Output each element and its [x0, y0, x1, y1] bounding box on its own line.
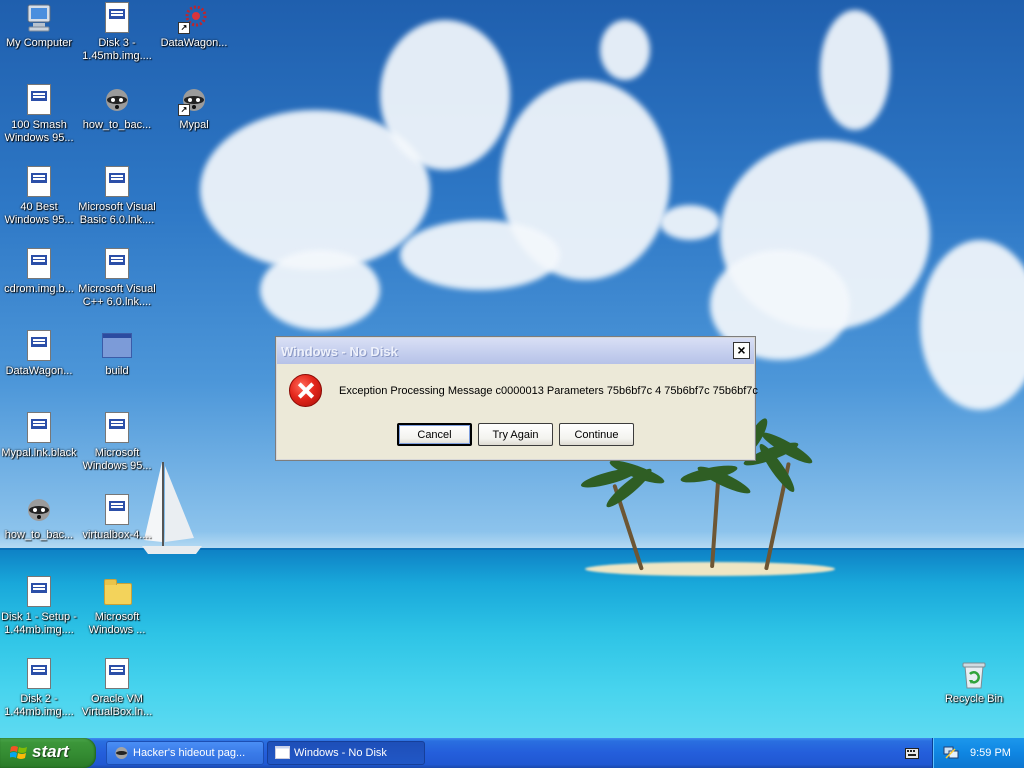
my-computer-icon [27, 4, 51, 32]
document-icon [105, 248, 129, 279]
document-icon [105, 658, 129, 689]
error-icon [289, 374, 322, 407]
desktop-icon-vb6[interactable]: Microsoft Visual Basic 6.0.lnk.... [78, 166, 156, 227]
recycle-bin-icon [962, 662, 986, 689]
document-icon [27, 576, 51, 607]
desktop-icon-mypal-lnk-black[interactable]: Mypal.lnk.black [0, 412, 78, 460]
desktop-icon-label: virtualbox-4.... [82, 529, 152, 541]
desktop[interactable]: My Computer 100 Smash Windows 95... 40 B… [0, 0, 1024, 738]
desktop-icon-disk-1[interactable]: Disk 1 - Setup - 1.44mb.img.... [0, 576, 78, 637]
desktop-icon-virtualbox[interactable]: virtualbox-4.... [78, 494, 156, 542]
desktop-icon-label: Mypal [179, 119, 209, 131]
try-again-button[interactable]: Try Again [478, 423, 553, 446]
dialog-title: Windows - No Disk [281, 344, 398, 359]
desktop-icon-label: Recycle Bin [944, 693, 1004, 705]
desktop-icon-datawagon-shortcut[interactable]: ↗ DataWagon... [155, 2, 233, 50]
document-icon [27, 658, 51, 689]
raccoon-icon [28, 499, 50, 521]
desktop-icon-microsoft-windows-folder[interactable]: Microsoft Windows ... [78, 576, 156, 637]
raccoon-icon [115, 747, 128, 759]
taskbar: start Hacker's hideout pag... Windows - … [0, 738, 1024, 768]
taskbar-item-label: Hacker's hideout pag... [133, 747, 246, 759]
document-icon [105, 494, 129, 525]
taskbar-item-label: Windows - No Disk [294, 747, 387, 759]
document-icon [105, 412, 129, 443]
desktop-icon-label: Microsoft Visual C++ 6.0.lnk.... [78, 283, 156, 308]
desktop-icon-label: 100 Smash Windows 95... [4, 119, 74, 144]
start-label: start [32, 742, 69, 761]
desktop-icon-my-computer[interactable]: My Computer [0, 2, 78, 50]
document-icon [27, 84, 51, 115]
clock[interactable]: 9:59 PM [970, 747, 1011, 759]
dialog-message: Exception Processing Message c0000013 Pa… [339, 385, 758, 397]
desktop-icon-disk-2[interactable]: Disk 2 - 1.44mb.img.... [0, 658, 78, 719]
continue-button[interactable]: Continue [559, 423, 634, 446]
desktop-icon-windows95[interactable]: Microsoft Windows 95... [78, 412, 156, 473]
desktop-icon-disk-3[interactable]: Disk 3 - 1.45mb.img.... [78, 2, 156, 63]
document-icon [27, 166, 51, 197]
desktop-icon-cdrom[interactable]: cdrom.img.b... [0, 248, 78, 296]
cancel-button[interactable]: Cancel [397, 423, 472, 446]
raccoon-icon [106, 89, 128, 111]
document-icon [27, 412, 51, 443]
keyboard-icon[interactable] [905, 748, 919, 759]
desktop-icon-label: cdrom.img.b... [4, 283, 74, 295]
desktop-icon-build[interactable]: build [78, 330, 156, 378]
desktop-icon-label: DataWagon... [160, 37, 228, 49]
dialog-title-bar[interactable]: Windows - No Disk × [277, 338, 754, 364]
desktop-icon-oracle-vm[interactable]: Oracle VM VirtualBox.ln... [78, 658, 156, 719]
desktop-icon-recycle-bin[interactable]: Recycle Bin [935, 658, 1013, 706]
start-button[interactable]: start [0, 738, 96, 768]
desktop-icon-label: Microsoft Windows 95... [82, 447, 152, 472]
desktop-icon-mypal[interactable]: ↗ Mypal [155, 84, 233, 132]
desktop-icon-40-best[interactable]: 40 Best Windows 95... [0, 166, 78, 227]
document-icon [27, 248, 51, 279]
desktop-icon-how-to-bac[interactable]: how_to_bac... [0, 494, 78, 542]
taskbar-item-hackers-hideout[interactable]: Hacker's hideout pag... [106, 741, 264, 765]
desktop-icon-label: Disk 1 - Setup - 1.44mb.img.... [1, 611, 77, 636]
desktop-icon-100-smash[interactable]: 100 Smash Windows 95... [0, 84, 78, 145]
desktop-icon-label: how_to_bac... [4, 529, 74, 541]
window-icon [102, 333, 132, 358]
desktop-icon-how-to-bac-2[interactable]: how_to_bac... [78, 84, 156, 132]
desktop-icon-label: Oracle VM VirtualBox.ln... [81, 693, 153, 718]
shortcut-arrow-icon: ↗ [178, 22, 190, 34]
document-icon [105, 2, 129, 33]
taskbar-item-no-disk[interactable]: Windows - No Disk [267, 741, 425, 765]
desktop-icon-vcpp6[interactable]: Microsoft Visual C++ 6.0.lnk.... [78, 248, 156, 309]
desktop-icon-label: build [105, 365, 129, 377]
windows-logo-icon [10, 746, 27, 759]
desktop-icon-label: how_to_bac... [82, 119, 152, 131]
window-icon [275, 746, 290, 759]
shortcut-arrow-icon: ↗ [178, 104, 190, 116]
document-icon [105, 166, 129, 197]
close-button[interactable]: × [733, 342, 750, 359]
network-tray-icon[interactable] [943, 746, 959, 760]
desktop-icon-label: Microsoft Windows ... [88, 611, 146, 636]
desktop-icon-label: Disk 2 - 1.44mb.img.... [4, 693, 74, 718]
document-icon [27, 330, 51, 361]
desktop-icon-label: Microsoft Visual Basic 6.0.lnk.... [78, 201, 156, 226]
desktop-icon-label: My Computer [5, 37, 73, 49]
no-disk-dialog[interactable]: Windows - No Disk × Exception Processing… [275, 336, 758, 461]
desktop-icon-label: Mypal.lnk.black [1, 447, 77, 459]
desktop-icon-label: 40 Best Windows 95... [4, 201, 74, 226]
desktop-icon-datawagon[interactable]: DataWagon... [0, 330, 78, 378]
system-tray: 9:59 PM [932, 738, 1024, 768]
folder-icon [104, 579, 132, 605]
desktop-icon-label: DataWagon... [5, 365, 73, 377]
desktop-icon-label: Disk 3 - 1.45mb.img.... [82, 37, 152, 62]
